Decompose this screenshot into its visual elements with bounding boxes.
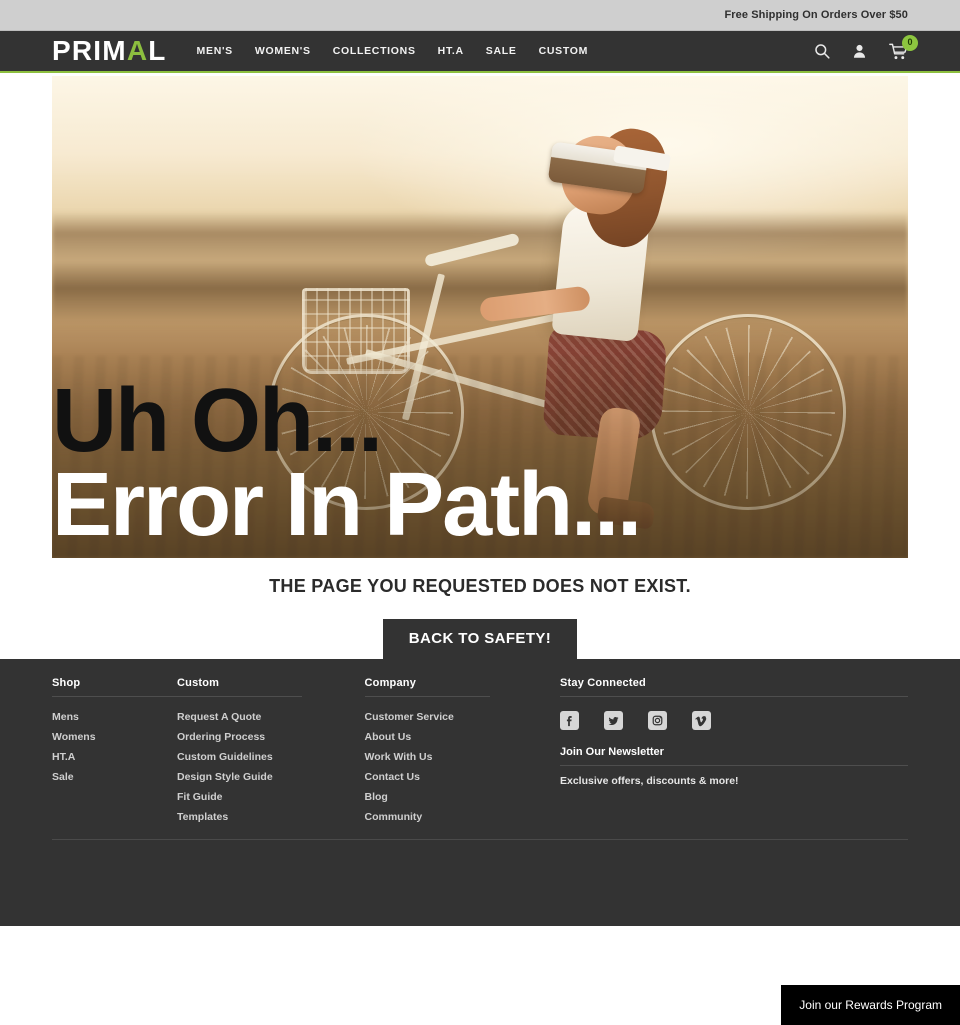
bike-handlebar [424,232,521,268]
footer-link-fit-guide[interactable]: Fit Guide [177,787,365,807]
cart-icon[interactable]: 0 [889,34,918,60]
footer-heading-rule [364,696,490,697]
back-to-safety-button[interactable]: BACK TO SAFETY! [382,619,578,659]
nav-item-mens[interactable]: MEN'S [197,45,233,57]
footer-link-customer-service[interactable]: Customer Service [365,707,553,727]
nav-item-sale[interactable]: SALE [486,45,517,57]
error-message-block: THE PAGE YOU REQUESTED DOES NOT EXIST. B… [0,557,960,659]
footer-link-work-with-us[interactable]: Work With Us [365,747,553,767]
footer-heading-custom: Custom [177,677,220,689]
footer-link-sale[interactable]: Sale [52,767,177,787]
footer-link-about-us[interactable]: About Us [365,727,553,747]
cyclist-illustration [268,76,884,558]
footer-link-templates[interactable]: Templates [177,807,365,827]
footer-heading-company: Company [364,677,417,689]
social-links [560,707,908,740]
footer-link-custom-guidelines[interactable]: Custom Guidelines [177,747,365,767]
site-logo[interactable]: PRIMAL [52,37,167,65]
bike-basket [302,288,411,374]
bike-frame-down [365,349,556,410]
newsletter-description: Exclusive offers, discounts & more! [560,775,739,787]
footer-link-ordering-process[interactable]: Ordering Process [177,727,365,747]
join-rewards-program-button[interactable]: Join our Rewards Program [781,985,960,1025]
footer-columns: Shop Mens Womens HT.A Sale Custom Reques… [52,659,908,827]
footer-link-request-a-quote[interactable]: Request A Quote [177,707,365,727]
footer-column-custom: Custom Request A Quote Ordering Process … [177,677,365,827]
instagram-icon[interactable] [648,711,667,730]
site-footer: Shop Mens Womens HT.A Sale Custom Reques… [0,659,960,926]
footer-link-community[interactable]: Community [365,807,553,827]
newsletter-rule [560,765,908,766]
footer-column-shop: Shop Mens Womens HT.A Sale [52,677,177,827]
footer-heading-rule [560,696,908,697]
nav-item-custom[interactable]: CUSTOM [539,45,589,57]
logo-text-tail: L [148,35,167,66]
rider-shoe [596,496,656,530]
announcement-text: Free Shipping On Orders Over $50 [724,9,908,21]
rider-leg [586,405,643,519]
hero-section: Uh Oh... Error In Path... [0,73,960,558]
error-message-text: THE PAGE YOU REQUESTED DOES NOT EXIST. [269,576,691,596]
nav-item-hta[interactable]: HT.A [438,45,464,57]
nav-item-womens[interactable]: WOMEN'S [255,45,311,57]
nav-item-collections[interactable]: COLLECTIONS [333,45,416,57]
footer-column-stay-connected: Stay Connected Join Our Newsletter Exclu… [560,677,908,827]
twitter-icon[interactable] [604,711,623,730]
user-icon[interactable] [852,43,867,59]
hero-image [52,76,908,558]
footer-link-mens[interactable]: Mens [52,707,177,727]
announcement-bar: Free Shipping On Orders Over $50 [0,0,960,31]
header-actions: 0 [814,34,918,60]
footer-link-contact-us[interactable]: Contact Us [365,767,553,787]
footer-heading-rule [52,696,177,697]
rewards-widget-area: Join our Rewards Program [0,930,960,1025]
main-navigation: MEN'S WOMEN'S COLLECTIONS HT.A SALE CUST… [197,45,589,57]
site-header: PRIMAL MEN'S WOMEN'S COLLECTIONS HT.A SA… [0,31,960,73]
footer-heading-stay-connected: Stay Connected [560,677,646,689]
cart-count-badge: 0 [902,34,918,51]
newsletter-heading: Join Our Newsletter [560,746,664,758]
logo-text-main: PRIM [52,35,127,66]
logo-text-accent: A [126,35,149,66]
footer-link-hta[interactable]: HT.A [52,747,177,767]
vimeo-icon[interactable] [692,711,711,730]
footer-divider [52,839,908,840]
bike-front-wheel [650,314,847,510]
footer-column-company: Company Customer Service About Us Work W… [364,677,553,827]
footer-heading-shop: Shop [52,677,81,689]
footer-link-design-style-guide[interactable]: Design Style Guide [177,767,365,787]
footer-link-blog[interactable]: Blog [365,787,553,807]
search-icon[interactable] [814,43,830,59]
footer-heading-rule [177,696,302,697]
facebook-icon[interactable] [560,711,579,730]
rider-skirt [542,324,669,442]
footer-link-womens[interactable]: Womens [52,727,177,747]
